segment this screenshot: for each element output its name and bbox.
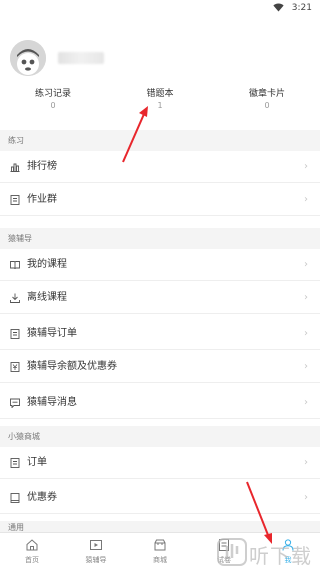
stat-count: 0 — [264, 101, 270, 110]
wifi-icon — [273, 3, 284, 12]
row-orders[interactable]: 订单 › — [0, 447, 320, 479]
chevron-right-icon: › — [304, 259, 308, 270]
tab-store[interactable]: 商城 — [128, 533, 192, 569]
username-blurred[interactable] — [58, 52, 104, 64]
order-icon — [10, 329, 20, 339]
leaderboard-icon — [10, 163, 20, 172]
row-label: 优惠券 — [27, 492, 57, 503]
tab-label: 猿辅导 — [85, 556, 107, 564]
row-label: 我的课程 — [27, 259, 67, 270]
row-label: 作业群 — [27, 194, 57, 205]
stat-count: 1 — [157, 101, 163, 110]
row-leaderboard[interactable]: 排行榜 › — [0, 151, 320, 183]
chevron-right-icon: › — [304, 328, 308, 339]
status-time: 3:21 — [291, 3, 312, 13]
row-coupons[interactable]: 优惠券 › — [0, 482, 320, 514]
tab-label: 首页 — [25, 556, 39, 564]
tab-tutoring[interactable]: 猿辅导 — [64, 533, 128, 569]
watermark-text: 听下载 — [249, 544, 312, 568]
row-label: 离线课程 — [27, 292, 67, 303]
stat-wrong-questions[interactable]: 错题本 1 — [107, 89, 213, 112]
homework-group-icon — [10, 195, 20, 205]
row-offline-courses[interactable]: 离线课程 › — [0, 282, 320, 314]
section-header-mall: 小猿商城 — [0, 426, 320, 447]
stat-label: 错题本 — [146, 89, 174, 99]
chevron-right-icon: › — [304, 194, 308, 205]
stat-practice-records[interactable]: 练习记录 0 — [0, 89, 106, 112]
wallet-icon — [10, 362, 20, 372]
stat-label: 练习记录 — [34, 89, 71, 99]
row-label: 猿辅导订单 — [27, 328, 77, 339]
chevron-right-icon: › — [304, 397, 308, 408]
section-header-practice: 练习 — [0, 130, 320, 151]
chevron-right-icon: › — [304, 161, 308, 172]
avatar[interactable] — [10, 40, 46, 76]
tab-label: 商城 — [153, 556, 167, 564]
chevron-right-icon: › — [304, 361, 308, 372]
row-balance-coupons[interactable]: 猿辅导余额及优惠券 › — [0, 351, 320, 383]
download-icon — [10, 293, 20, 303]
stat-badge-cards[interactable]: 徽章卡片 0 — [214, 89, 320, 112]
watermark: 听下载 — [215, 538, 320, 568]
coupon-icon — [10, 493, 20, 503]
status-bar: 3:21 — [0, 0, 320, 16]
default-avatar-icon — [10, 40, 46, 76]
home-icon — [26, 539, 38, 551]
chevron-right-icon: › — [304, 492, 308, 503]
order-icon — [10, 458, 20, 468]
row-tutoring-messages[interactable]: 猿辅导消息 › — [0, 387, 320, 419]
row-label: 订单 — [27, 457, 47, 468]
stat-label: 徽章卡片 — [248, 89, 285, 99]
video-icon — [90, 540, 102, 550]
book-icon — [10, 261, 20, 270]
row-label: 猿辅导消息 — [27, 397, 77, 408]
chevron-right-icon: › — [304, 457, 308, 468]
row-tutoring-orders[interactable]: 猿辅导订单 › — [0, 318, 320, 350]
watermark-logo-icon — [217, 538, 247, 566]
row-my-courses[interactable]: 我的课程 › — [0, 249, 320, 281]
section-header-tutoring: 猿辅导 — [0, 228, 320, 249]
row-label: 排行榜 — [27, 161, 57, 172]
stats-row: 练习记录 0 错题本 1 徽章卡片 0 — [0, 89, 320, 115]
tab-home[interactable]: 首页 — [0, 533, 64, 569]
row-homework-group[interactable]: 作业群 › — [0, 184, 320, 216]
stat-count: 0 — [50, 101, 56, 110]
row-label: 猿辅导余额及优惠券 — [27, 361, 117, 372]
store-icon — [154, 539, 166, 551]
message-icon — [10, 398, 20, 408]
chevron-right-icon: › — [304, 292, 308, 303]
